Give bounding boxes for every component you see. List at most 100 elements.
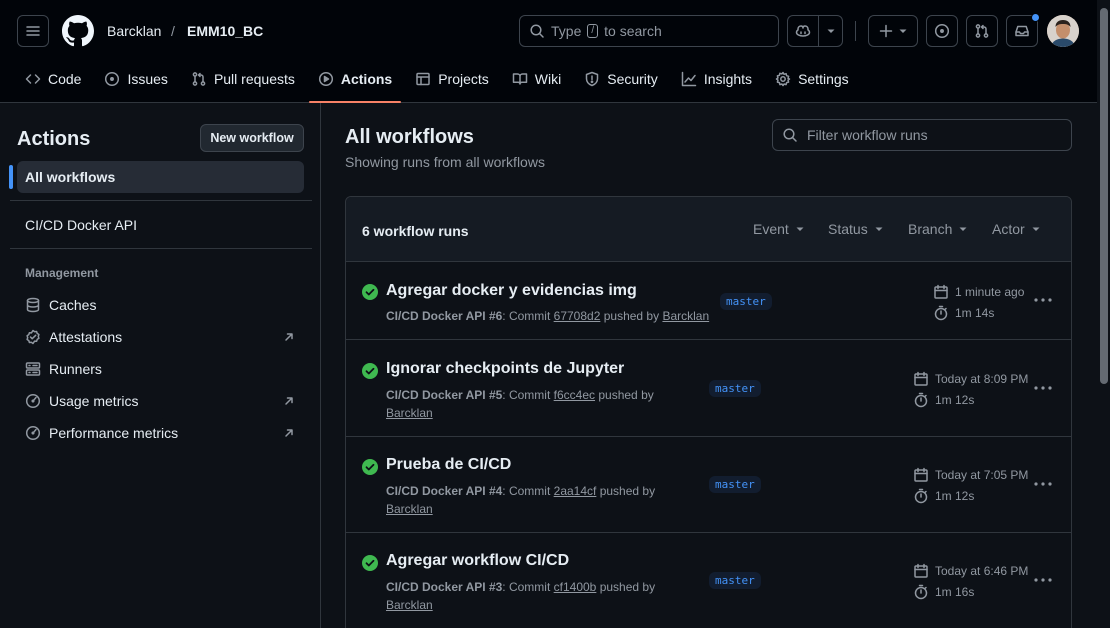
- breadcrumb-owner[interactable]: Barcklan: [107, 23, 161, 39]
- user-link[interactable]: Barcklan: [662, 309, 709, 323]
- sidebar-item-label: Usage metrics: [49, 393, 139, 409]
- stopwatch-icon: [914, 392, 928, 408]
- workflow-run-row[interactable]: Ignorar checkpoints de Jupyter CI/CD Doc…: [346, 341, 1071, 437]
- menu-button[interactable]: [17, 15, 49, 47]
- sidebar-item-workflow[interactable]: CI/CD Docker API: [25, 217, 137, 233]
- pushed-by-label: pushed by: [599, 484, 656, 498]
- tab-projects[interactable]: Projects: [406, 62, 498, 96]
- run-meta: CI/CD Docker API #3: Commit cf1400b push…: [386, 580, 656, 612]
- sidebar-item-runners[interactable]: Runners: [25, 361, 295, 377]
- hamburger-icon: [26, 26, 40, 36]
- run-time: 1 minute ago: [955, 285, 1025, 299]
- global-header: Barcklan / EMM10_BC Type / to search Cod…: [0, 0, 1110, 103]
- global-search-input[interactable]: Type / to search: [519, 15, 779, 47]
- run-title-link[interactable]: Agregar docker y evidencias img: [386, 282, 637, 300]
- kebab-horizontal-icon: [1034, 578, 1052, 582]
- arrow-up-right-icon: [285, 397, 293, 405]
- branch-badge[interactable]: master: [709, 476, 761, 493]
- run-options-button[interactable]: [1032, 292, 1054, 308]
- breadcrumb-repo[interactable]: EMM10_BC: [187, 23, 263, 39]
- user-link[interactable]: Barcklan: [386, 502, 433, 516]
- caret-down-icon: [899, 29, 907, 33]
- filter-branch-dropdown[interactable]: Branch: [908, 221, 968, 237]
- notifications-button[interactable]: [1006, 13, 1040, 47]
- plus-icon: [879, 24, 893, 38]
- run-options-button[interactable]: [1032, 572, 1054, 588]
- sidebar-item-label: Performance metrics: [49, 425, 179, 441]
- filter-actor-dropdown[interactable]: Actor: [992, 221, 1041, 237]
- tab-insights[interactable]: Insights: [672, 62, 761, 96]
- run-number: #5: [488, 388, 503, 402]
- workflow-run-row[interactable]: Prueba de CI/CD CI/CD Docker API #4: Com…: [346, 437, 1071, 533]
- sidebar-divider: [10, 248, 312, 249]
- copilot-dropdown-button[interactable]: [819, 16, 842, 46]
- header-divider: [855, 21, 856, 41]
- commit-sha-link[interactable]: f6cc4ec: [554, 388, 595, 402]
- tab-wiki[interactable]: Wiki: [503, 62, 570, 96]
- user-link[interactable]: Barcklan: [386, 598, 433, 612]
- tab-code[interactable]: Code: [16, 62, 90, 96]
- run-meta: CI/CD Docker API #6: Commit 67708d2 push…: [386, 309, 710, 323]
- run-duration: 1m 16s: [913, 584, 974, 600]
- tab-settings[interactable]: Settings: [766, 62, 858, 96]
- run-title-link[interactable]: Prueba de CI/CD: [386, 456, 511, 474]
- run-duration-value: 1m 12s: [935, 393, 975, 407]
- pushed-by-label: pushed by: [599, 580, 656, 594]
- tab-actions[interactable]: Actions: [308, 62, 402, 103]
- copilot-button[interactable]: [788, 16, 819, 46]
- create-new-button[interactable]: [868, 15, 918, 47]
- tab-security[interactable]: Security: [575, 62, 667, 96]
- commit-sha-link[interactable]: 67708d2: [554, 309, 601, 323]
- page-scrollbar[interactable]: [1097, 0, 1110, 628]
- tab-pull-requests[interactable]: Pull requests: [182, 62, 304, 96]
- code-icon: [25, 74, 41, 84]
- run-title-link[interactable]: Ignorar checkpoints de Jupyter: [386, 360, 624, 378]
- branch-badge[interactable]: master: [720, 293, 772, 310]
- kebab-horizontal-icon: [1034, 298, 1052, 302]
- run-options-button[interactable]: [1032, 380, 1054, 396]
- run-meta: CI/CD Docker API #4: Commit 2aa14cf push…: [386, 484, 656, 516]
- search-icon: [783, 128, 797, 142]
- commit-sha-link[interactable]: cf1400b: [554, 580, 597, 594]
- sidebar-item-attestations[interactable]: Attestations: [25, 329, 295, 345]
- issue-opened-icon: [105, 71, 120, 87]
- book-icon: [512, 73, 528, 85]
- filter-status-dropdown[interactable]: Status: [828, 221, 884, 237]
- branch-badge[interactable]: master: [709, 380, 761, 397]
- scrollbar-thumb[interactable]: [1100, 8, 1108, 384]
- user-link[interactable]: Barcklan: [386, 406, 433, 420]
- copilot-button-group: [787, 15, 843, 47]
- caret-down-icon: [875, 227, 883, 231]
- new-workflow-button[interactable]: New workflow: [200, 124, 304, 152]
- sidebar-item-caches[interactable]: Caches: [25, 297, 295, 313]
- github-logo-icon[interactable]: [62, 15, 94, 47]
- run-timestamp: 1 minute ago: [933, 284, 1024, 300]
- run-title-link[interactable]: Agregar workflow CI/CD: [386, 552, 569, 570]
- check-circle-fill-icon: [362, 363, 378, 379]
- sidebar-item-usage-metrics[interactable]: Usage metrics: [25, 393, 295, 409]
- filter-event-dropdown[interactable]: Event: [753, 221, 805, 237]
- user-avatar[interactable]: [1047, 15, 1079, 47]
- run-duration-value: 1m 12s: [935, 489, 975, 503]
- sidebar-item-performance-metrics[interactable]: Performance metrics: [25, 425, 295, 441]
- check-circle-fill-icon: [362, 555, 378, 571]
- git-pull-request-icon: [192, 72, 206, 86]
- tab-label: Pull requests: [213, 71, 295, 87]
- workflow-run-row[interactable]: Agregar workflow CI/CD CI/CD Docker API …: [346, 533, 1071, 628]
- workflow-run-row[interactable]: Agregar docker y evidencias img CI/CD Do…: [346, 262, 1071, 340]
- your-issues-button[interactable]: [926, 15, 958, 47]
- filter-workflow-runs-input[interactable]: Filter workflow runs: [772, 119, 1072, 151]
- meter-icon: [25, 393, 41, 409]
- your-pull-requests-button[interactable]: [966, 15, 998, 47]
- search-icon: [530, 24, 544, 38]
- tab-issues[interactable]: Issues: [95, 62, 176, 96]
- calendar-icon: [914, 467, 928, 482]
- sidebar-title: Actions: [17, 128, 91, 150]
- run-workflow-name: CI/CD Docker API: [386, 309, 486, 323]
- search-prefix: Type: [551, 23, 582, 39]
- sidebar-item-all-workflows[interactable]: All workflows: [9, 161, 304, 193]
- run-timestamp: Today at 6:46 PM: [913, 563, 1028, 579]
- run-options-button[interactable]: [1032, 476, 1054, 492]
- branch-badge[interactable]: master: [709, 572, 761, 589]
- commit-sha-link[interactable]: 2aa14cf: [554, 484, 597, 498]
